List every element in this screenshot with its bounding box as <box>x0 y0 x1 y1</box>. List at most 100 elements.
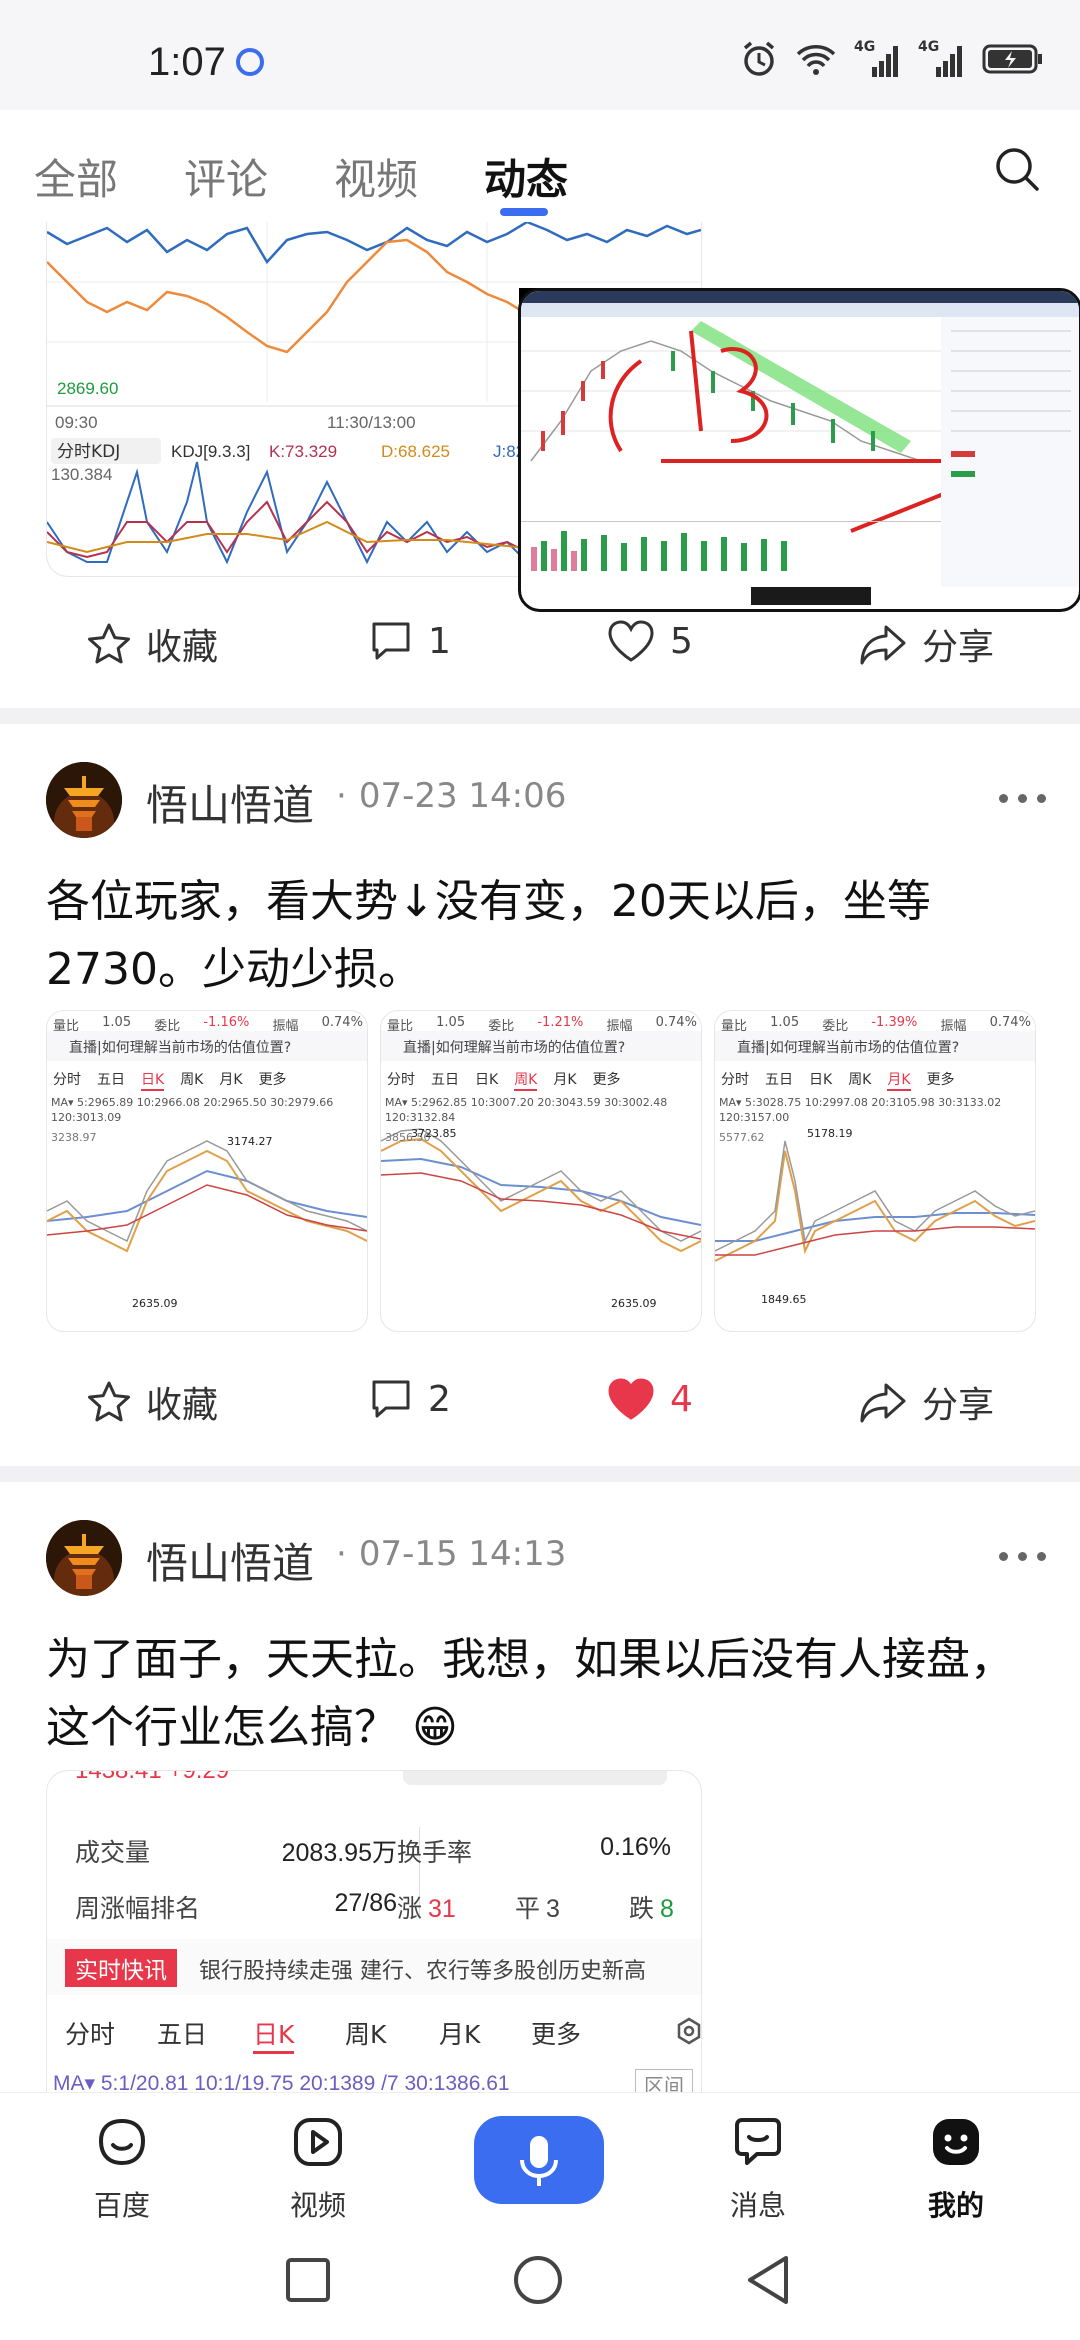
grin-emoji-icon: 😁 <box>412 1702 458 1753</box>
more-icon[interactable] <box>999 794 1046 803</box>
comment-count: 2 <box>428 1378 451 1420</box>
thumb-high: 3174.27 <box>227 1135 273 1148</box>
card-top-price: 1438.41 +9.29 <box>75 1771 229 1785</box>
post2-date: · 07-15 14:13 <box>336 1534 567 1574</box>
period-tab[interactable]: 周K <box>345 2015 386 2051</box>
search-icon[interactable] <box>994 146 1040 192</box>
avatar-tower-icon <box>46 762 122 838</box>
thumb-period-tab: 五日 <box>97 1072 125 1088</box>
range-button[interactable]: 区间 <box>635 2069 693 2093</box>
kdj-tab[interactable]: 分时KDJ <box>57 442 120 462</box>
network-type-1: 4G <box>854 39 876 55</box>
nav-mine-label: 我的 <box>927 2189 984 2222</box>
thumb-top: 3238.97 <box>51 1131 97 1144</box>
back-triangle-icon[interactable] <box>744 2254 792 2306</box>
voice-search-button[interactable] <box>474 2116 604 2204</box>
tab-comments[interactable]: 评论 <box>184 146 268 207</box>
wifi-icon <box>796 42 836 80</box>
post0-favorite-button[interactable]: 收藏 <box>86 618 218 670</box>
nav-mine[interactable]: 我的 <box>896 2115 1016 2224</box>
nav-messages[interactable]: 消息 <box>698 2115 818 2224</box>
nav-video[interactable]: 视频 <box>258 2115 378 2224</box>
signal-icon-2: 4G <box>918 39 964 79</box>
post2-text[interactable]: 为了面子，天天拉。我想，如果以后没有人接盘，这个行业怎么搞？ 😁 <box>46 1626 1036 1762</box>
kline-thumbnail[interactable]: 量比 1.05 委比 -1.39% 振幅 0.74% 直播|如何理解当前市场的估值位置… <box>714 1010 1036 1332</box>
post1-header: 悟山悟道 · 07-23 14:06 <box>0 762 1080 872</box>
heart-outline-icon <box>608 620 654 662</box>
avatar[interactable] <box>46 1520 122 1596</box>
period-tab[interactable]: 更多 <box>531 2015 581 2051</box>
turnover-value: 0.16% <box>600 1833 671 1861</box>
nav-home-label: 百度 <box>93 2189 150 2222</box>
chart-price-label: 2869.60 <box>57 379 118 398</box>
kline-thumbnail[interactable]: 量比 1.05 委比 -1.16% 振幅 0.74% 直播|如何理解当前市场的估值位置… <box>46 1010 368 1332</box>
period-tab[interactable]: 月K <box>439 2015 480 2051</box>
tab-bar: 全部 评论 视频 动态 <box>0 110 1080 222</box>
feed-separator <box>0 1466 1080 1482</box>
thumb-period-tabs: 分时 五日 日K 周K 月K 更多 <box>387 1069 697 1091</box>
comment-count: 1 <box>428 620 451 662</box>
post1-author[interactable]: 悟山悟道 <box>146 772 314 833</box>
tab-all[interactable]: 全部 <box>34 146 118 207</box>
thumb-period-tab: 分时 <box>721 1072 749 1088</box>
alarm-icon <box>740 40 778 82</box>
post2-date-text: 07-15 14:13 <box>358 1534 567 1574</box>
thumb-top: 5577.62 <box>719 1131 765 1144</box>
home-circle-icon[interactable] <box>512 2254 564 2306</box>
turnover-label: 换手率 <box>397 1838 473 1867</box>
settings-icon[interactable] <box>675 2017 701 2049</box>
thumb-period-tab: 五日 <box>765 1072 793 1088</box>
floating-video-window[interactable] <box>518 288 1080 612</box>
thumb-period-tab: 五日 <box>431 1072 459 1088</box>
post1-text[interactable]: 各位玩家，看大势↓没有变，20天以后，坐等2730。少动少损。 <box>46 868 1036 1004</box>
period-tab[interactable]: 五日 <box>157 2015 207 2051</box>
post2-header: 悟山悟道 · 07-15 14:13 <box>0 1520 1080 1630</box>
post1-share-button[interactable]: 分享 <box>858 1376 994 1428</box>
post1-like-button[interactable]: 4 <box>606 1376 693 1422</box>
recent-apps-icon[interactable] <box>284 2256 332 2304</box>
star-icon <box>88 1381 130 1422</box>
post1-comment-button[interactable]: 2 <box>368 1376 451 1422</box>
thumb-live-banner: 直播|如何理解当前市场的估值位置? <box>47 1031 367 1061</box>
news-row[interactable]: 实时快讯 银行股持续走强 建行、农行等多股创历史新高 <box>47 1939 701 1995</box>
period-tab[interactable]: 分时 <box>65 2015 115 2051</box>
status-time: 1:07 <box>148 40 226 84</box>
thumb-live-text: 直播|如何理解当前市场的估值位置? <box>403 1040 626 1056</box>
thumb-high: 5178.19 <box>807 1127 853 1140</box>
thumb-ma1: MA▾ 5:2965.89 10:2966.08 20:2965.50 30:2… <box>51 1096 334 1109</box>
post1-date-text: 07-23 14:06 <box>358 776 567 816</box>
thumb-period-tab: 分时 <box>387 1072 415 1088</box>
post1-favorite-button[interactable]: 收藏 <box>86 1376 218 1428</box>
post2-text-body: 为了面子，天天拉。我想，如果以后没有人接盘，这个行业怎么搞？ <box>46 1634 1014 1753</box>
post2-author[interactable]: 悟山悟道 <box>146 1530 314 1591</box>
kdj-params: KDJ[9.3.3] <box>171 442 250 461</box>
like-count: 4 <box>670 1378 693 1420</box>
message-icon <box>735 2118 781 2165</box>
favorite-label: 收藏 <box>146 627 219 668</box>
post1-date: · 07-23 14:06 <box>336 776 567 816</box>
baidu-paw-icon <box>236 48 264 76</box>
video-frame <box>521 291 1079 605</box>
post0-comment-button[interactable]: 1 <box>368 618 451 664</box>
feed-separator <box>0 708 1080 724</box>
thumb-period-tab: 周K <box>180 1072 204 1088</box>
ma-values: MA▾ 5:1/20.81 10:1/19.75 20:1389 /7 30:1… <box>53 2072 510 2093</box>
thumb-live-banner: 直播|如何理解当前市场的估值位置? <box>715 1031 1035 1061</box>
up-value: 31 <box>428 1895 456 1923</box>
post0-actions: 收藏 1 5 分享 <box>0 592 1080 692</box>
more-icon[interactable] <box>999 1552 1046 1561</box>
thumb-period-tab: 更多 <box>258 1072 287 1088</box>
kline-thumbnail[interactable]: 量比 1.05 委比 -1.21% 振幅 0.74% 直播|如何理解当前市场的估值位置… <box>380 1010 702 1332</box>
post0-like-button[interactable]: 5 <box>606 618 693 664</box>
post0-share-button[interactable]: 分享 <box>858 618 994 670</box>
nav-home[interactable]: 百度 <box>62 2115 182 2224</box>
thumb-period-tab: 月K <box>553 1072 577 1088</box>
thumb-period-tab: 更多 <box>592 1072 621 1088</box>
avatar[interactable] <box>46 762 122 838</box>
post2-stock-card[interactable]: 1438.41 +9.29 成交量 2083.95万 换手率 0.16% 周涨幅… <box>46 1770 702 2093</box>
news-text: 银行股持续走强 建行、农行等多股创历史新高 <box>199 1959 646 1984</box>
tab-feed[interactable]: 动态 <box>484 146 568 207</box>
tab-videos[interactable]: 视频 <box>334 146 418 207</box>
chart-time-start: 09:30 <box>55 413 98 432</box>
period-tab[interactable]: 日K <box>253 2015 295 2054</box>
